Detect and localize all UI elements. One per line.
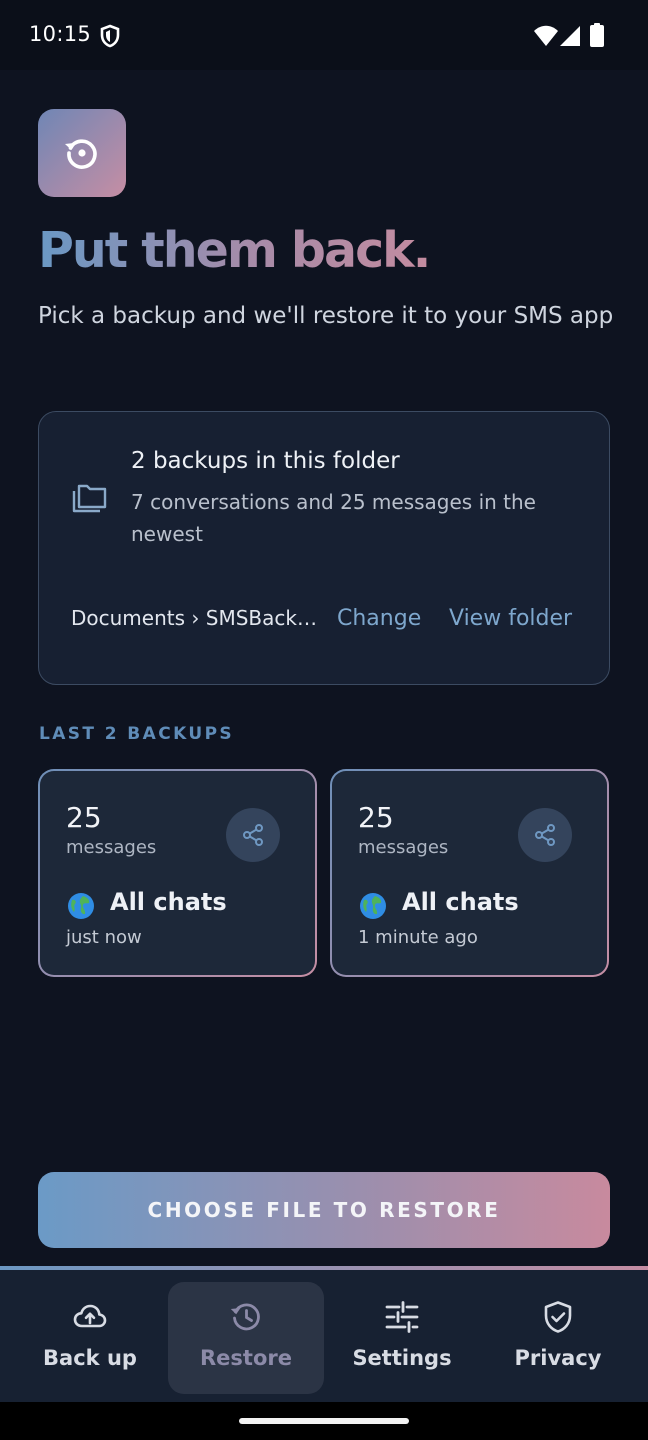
view-folder-button[interactable]: View folder	[449, 606, 572, 631]
shield-check-icon	[544, 1301, 572, 1333]
nav-item-restore[interactable]: Restore	[168, 1282, 324, 1394]
change-folder-button[interactable]: Change	[337, 606, 421, 631]
backup-count-unit: messages	[358, 837, 449, 858]
share-icon	[535, 824, 555, 846]
restore-app-icon	[38, 109, 126, 197]
nav-label: Settings	[352, 1346, 452, 1370]
section-label-last-backups: LAST 2 BACKUPS	[39, 724, 235, 744]
backup-count-unit: messages	[66, 837, 157, 858]
backup-card[interactable]: 25 messages All chats just now	[38, 769, 317, 977]
backup-time: 1 minute ago	[358, 927, 478, 948]
battery-icon	[590, 23, 604, 47]
globe-icon	[68, 893, 94, 919]
backup-card[interactable]: 25 messages All chats 1 minute ago	[330, 769, 609, 977]
bottom-navigation: Back up Restore Settings Privacy	[0, 1266, 648, 1402]
nav-label: Privacy	[514, 1346, 602, 1370]
backup-message-count: 25	[66, 801, 102, 834]
nav-item-privacy[interactable]: Privacy	[480, 1282, 636, 1394]
history-icon	[230, 1303, 260, 1331]
page-subtitle: Pick a backup and we'll restore it to yo…	[38, 303, 614, 329]
sliders-icon	[385, 1301, 419, 1333]
wifi-icon	[534, 25, 558, 46]
home-gesture-handle[interactable]	[239, 1418, 409, 1424]
share-backup-button[interactable]	[518, 808, 572, 862]
shield-status-icon	[100, 24, 120, 48]
choose-file-to-restore-button[interactable]: CHOOSE FILE TO RESTORE	[38, 1172, 610, 1248]
nav-accent-line	[0, 1266, 648, 1270]
page-title: Put them back.	[38, 222, 431, 279]
backup-scope: All chats	[110, 888, 227, 916]
gesture-navigation-bar	[0, 1402, 648, 1440]
nav-label: Restore	[200, 1346, 292, 1370]
nav-item-settings[interactable]: Settings	[324, 1282, 480, 1394]
folder-icon	[72, 484, 107, 513]
backup-folder-card: 2 backups in this folder 7 conversations…	[38, 411, 610, 685]
cloud-upload-icon	[73, 1304, 107, 1328]
status-bar: 10:15	[0, 0, 648, 70]
folder-description: 7 conversations and 25 messages in the n…	[131, 490, 536, 546]
nav-item-back-up[interactable]: Back up	[12, 1282, 168, 1394]
folder-title: 2 backups in this folder	[131, 448, 400, 474]
status-time: 10:15	[29, 22, 92, 46]
backup-message-count: 25	[358, 801, 394, 834]
signal-icon	[560, 26, 580, 46]
backup-time: just now	[66, 927, 142, 948]
share-icon	[243, 824, 263, 846]
backup-scope: All chats	[402, 888, 519, 916]
globe-icon	[360, 893, 386, 919]
folder-path: Documents › SMSBack…	[71, 606, 317, 630]
restore-history-icon	[65, 139, 97, 169]
share-backup-button[interactable]	[226, 808, 280, 862]
nav-label: Back up	[43, 1346, 137, 1370]
